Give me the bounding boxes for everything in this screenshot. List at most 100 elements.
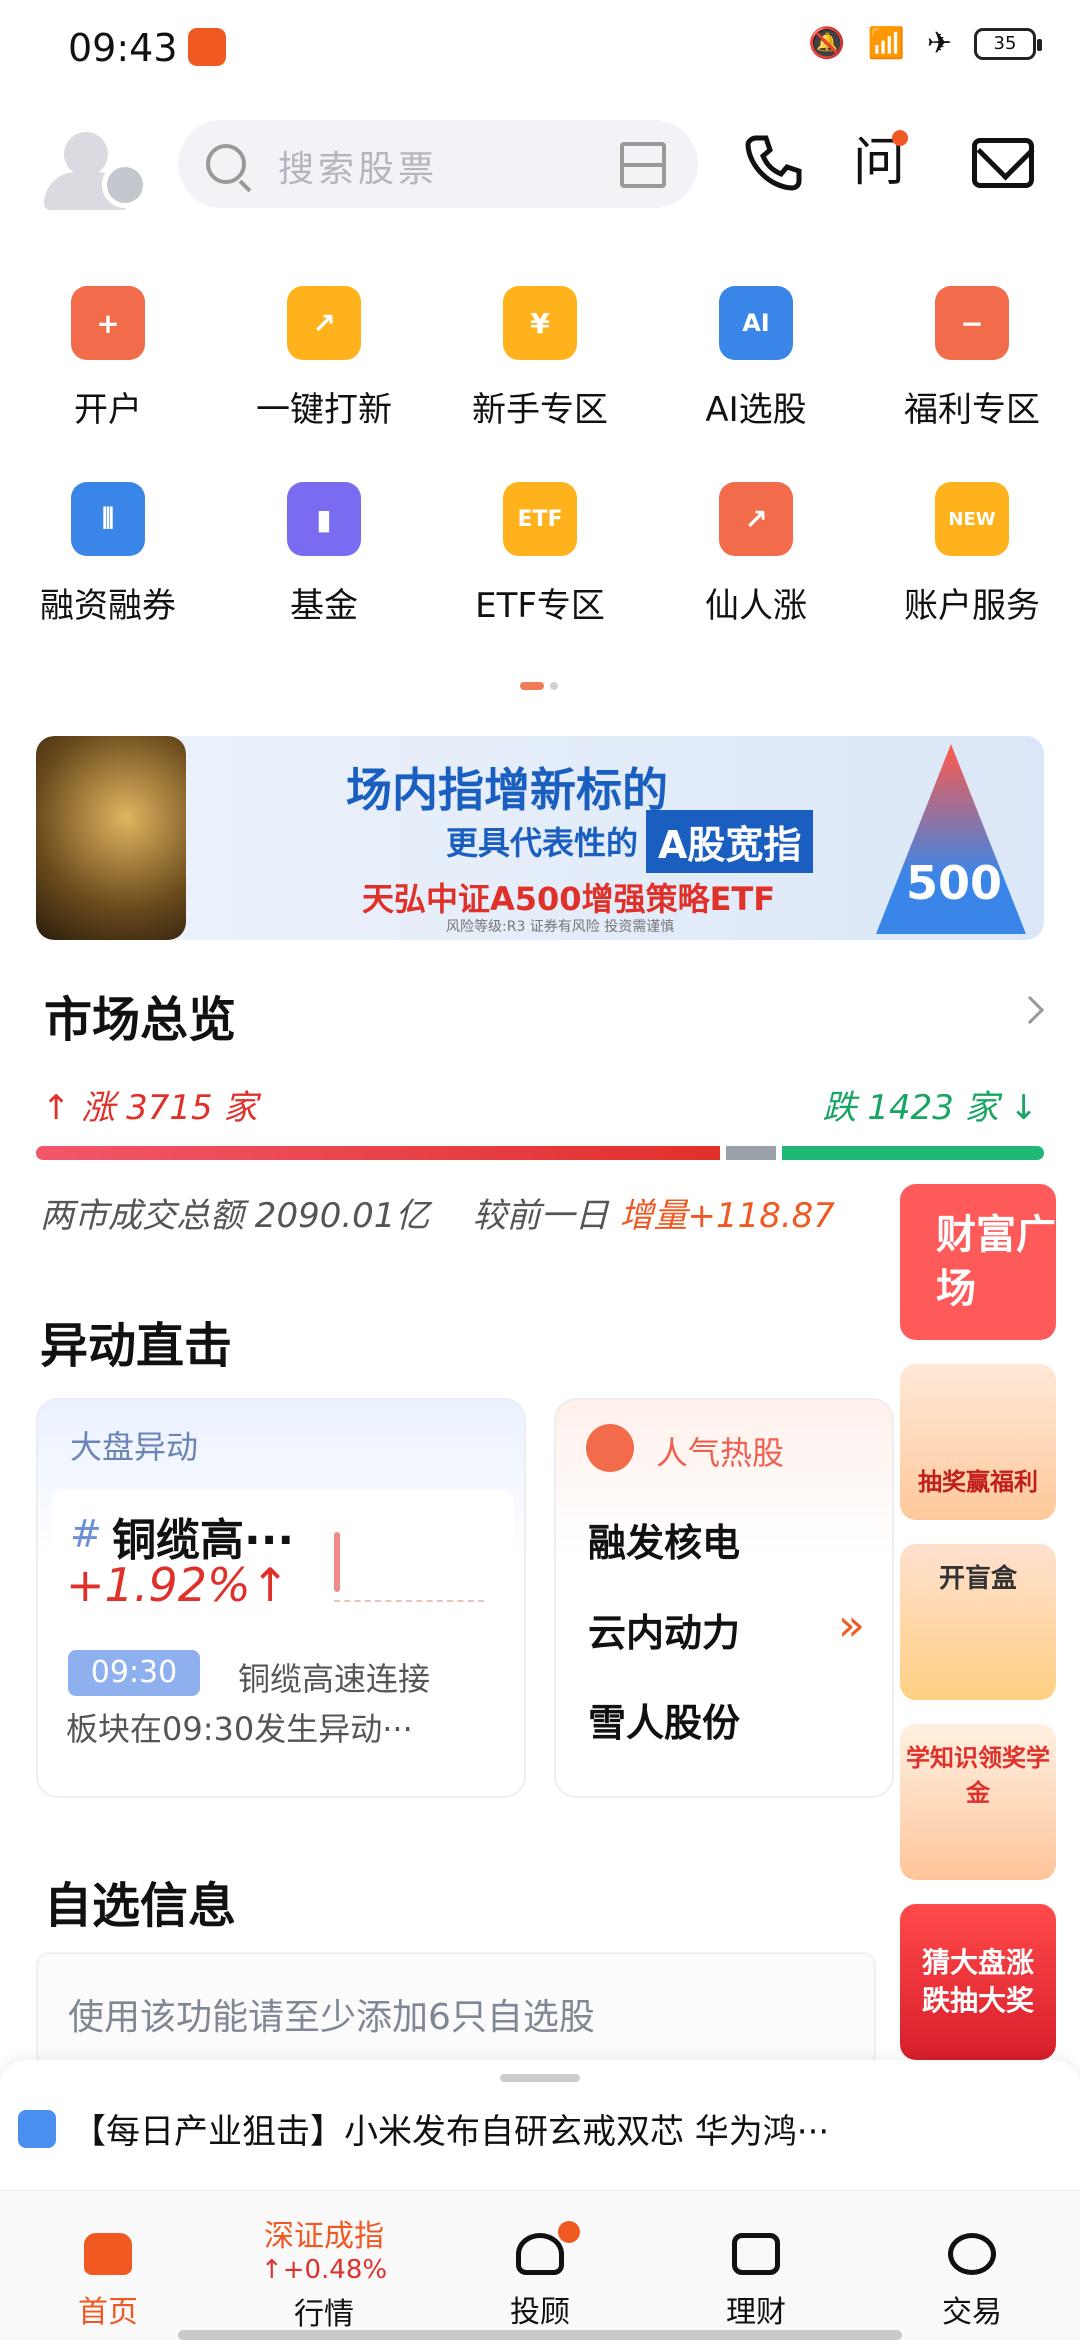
turnover-text: 两市成交总额 2090.01亿 较前一日 增量+118.87 <box>40 1196 835 1236</box>
lottery-label: 抽奖赢福利 <box>918 1468 1038 1496</box>
tab-label: 理财 <box>726 2295 786 2330</box>
card-header: 人气热股 <box>656 1434 785 1472</box>
banner-highlight: A股宽指 <box>646 810 814 873</box>
home-indicator[interactable] <box>178 2330 902 2340</box>
grid-item-open-account[interactable]: + 开户 <box>0 268 216 464</box>
bottom-tab-bar: 首页 深证成指 ↑+0.48% 行情 投顾 理财 交易 <box>0 2190 1080 2340</box>
grid-item-fund[interactable]: ▮ 基金 <box>216 464 432 660</box>
phone-icon[interactable] <box>742 132 804 194</box>
index-name: 深证成指 <box>264 2219 384 2254</box>
grid-item-label: 新手专区 <box>472 390 608 430</box>
movers-title: 异动直击 <box>40 1318 233 1374</box>
tab-label: 首页 <box>78 2295 138 2330</box>
grid-item-label: 一键打新 <box>256 390 392 430</box>
ask-icon[interactable]: 问 <box>848 130 910 194</box>
wealth-label: 财富广场 <box>936 1212 1056 1312</box>
avatar[interactable] <box>40 126 148 210</box>
banner-subline: 更具代表性的 <box>446 824 639 862</box>
double-chevron-icon[interactable]: » <box>838 1600 865 1651</box>
market-move-card[interactable]: 大盘异动 # 铜缆高··· +1.92%↑ 09:30 铜缆高速连接 板块在09… <box>36 1398 526 1798</box>
watchlist-hint: 使用该功能请至少添加6只自选股 <box>68 1997 595 2038</box>
hot-stocks-card[interactable]: 人气热股 融发核电 云内动力 雪人股份 » <box>554 1398 894 1798</box>
grid-item-margin[interactable]: ⫴ 融资融券 <box>0 464 216 660</box>
wealth-square-button[interactable]: 财富广场 <box>900 1184 1056 1340</box>
mail-icon[interactable] <box>972 138 1034 188</box>
grid-item-beginner[interactable]: ¥ 新手专区 <box>432 268 648 464</box>
hot-stock-item[interactable]: 融发核电 <box>588 1512 740 1567</box>
wallet-icon <box>732 2233 780 2275</box>
status-bar: 09:43 🔕 📶 ✈ 35 <box>0 0 1080 100</box>
function-grid: + 开户 ↗ 一键打新 ¥ 新手专区 AI AI选股 − 福利专区 ⫴ 融资融券… <box>0 268 1080 660</box>
hash-icon: # <box>70 1512 102 1556</box>
hot-stock-item[interactable]: 雪人股份 <box>588 1692 740 1747</box>
hot-stock-item[interactable]: 云内动力 <box>588 1602 740 1657</box>
plus-icon: + <box>71 286 145 360</box>
grid-item-label: 仙人涨 <box>705 586 807 626</box>
tab-label: 行情 <box>294 2297 354 2332</box>
fund-chart-icon: ▮ <box>287 482 361 556</box>
tab-market[interactable]: 深证成指 ↑+0.48% 行情 <box>216 2191 432 2340</box>
grid-item-label: 融资融券 <box>40 586 176 626</box>
grid-item-new-stock[interactable]: ↗ 一键打新 <box>216 268 432 464</box>
ai-icon: AI <box>719 286 793 360</box>
candles-icon: ⫴ <box>71 482 145 556</box>
grid-item-ai-pick[interactable]: AI AI选股 <box>648 268 864 464</box>
blind-box-widget[interactable]: 开盲盒 <box>900 1544 1056 1700</box>
news-headline[interactable]: 【每日产业狙击】小米发布自研玄戒双芯 华为鸿··· <box>72 2104 829 2153</box>
home-icon <box>84 2233 132 2275</box>
tab-label: 交易 <box>942 2295 1002 2330</box>
falling-count: 跌 1423 家 ↓ <box>822 1088 1038 1128</box>
grid-item-account-service[interactable]: NEW 账户服务 <box>864 464 1080 660</box>
member-badge-icon <box>102 162 148 208</box>
notification-app-icon <box>188 28 226 66</box>
search-bar[interactable]: 搜索股票 <box>178 120 698 208</box>
scan-icon[interactable] <box>620 142 666 188</box>
guess-market-widget[interactable]: 猜大盘涨跌抽大奖 <box>900 1904 1056 2060</box>
drag-handle[interactable] <box>500 2074 580 2082</box>
tab-advisor[interactable]: 投顾 <box>432 2191 648 2340</box>
account-new-icon: NEW <box>935 482 1009 556</box>
grid-item-etf[interactable]: ETF ETF专区 <box>432 464 648 660</box>
ask-badge <box>892 130 908 146</box>
a500-logo: 500 <box>876 744 1026 934</box>
grid-item-xianrenzhang[interactable]: ↗ 仙人涨 <box>648 464 864 660</box>
promo-banner[interactable]: 场内指增新标的 更具代表性的 A股宽指 天弘中证A500增强策略ETF 风险等级… <box>36 736 1044 940</box>
page-indicator <box>520 682 560 692</box>
fire-icon <box>586 1424 634 1472</box>
grid-item-label: 开户 <box>74 390 142 430</box>
gift-icon: − <box>935 286 1009 360</box>
news-panel[interactable]: 【每日产业狙击】小米发布自研玄戒双芯 华为鸿··· <box>0 2060 1080 2190</box>
mover-stock[interactable]: # 铜缆高··· +1.92%↑ <box>52 1490 514 1640</box>
person-icon <box>516 2233 564 2275</box>
market-overview-title[interactable]: 市场总览 <box>44 980 236 1050</box>
mute-icon: 🔕 <box>808 26 846 61</box>
tab-home[interactable]: 首页 <box>0 2191 216 2340</box>
exchange-icon <box>948 2233 996 2275</box>
lottery-widget[interactable]: 抽奖赢福利 <box>900 1364 1056 1520</box>
sector-change: +1.92%↑ <box>66 1558 290 1612</box>
move-description: 铜缆高速连接 <box>238 1660 431 1698</box>
grid-item-welfare[interactable]: − 福利专区 <box>864 268 1080 464</box>
search-icon <box>206 144 246 184</box>
news-chart-icon <box>18 2110 56 2148</box>
tab-wealth[interactable]: 理财 <box>648 2191 864 2340</box>
grid-item-label: 福利专区 <box>904 390 1040 430</box>
grid-item-label: AI选股 <box>705 390 807 430</box>
mini-chart <box>334 1532 484 1602</box>
rise-fall-bar <box>36 1146 1044 1160</box>
yen-icon: ¥ <box>503 286 577 360</box>
search-input[interactable]: 搜索股票 <box>278 140 438 192</box>
chevron-right-icon[interactable] <box>1015 995 1045 1025</box>
etf-icon: ETF <box>503 482 577 556</box>
watchlist-hint-box[interactable]: 使用该功能请至少添加6只自选股 <box>36 1952 876 2068</box>
status-time: 09:43 <box>68 26 178 70</box>
airplane-icon: ✈ <box>926 26 952 61</box>
card-header: 大盘异动 <box>70 1428 199 1466</box>
knowledge-widget[interactable]: 学知识领奖学金 <box>900 1724 1056 1880</box>
blindbox-label: 开盲盒 <box>938 1564 1017 1594</box>
tab-trade[interactable]: 交易 <box>864 2191 1080 2340</box>
move-description-2: 板块在09:30发生异动··· <box>66 1710 413 1748</box>
index-change: ↑+0.48% <box>260 2255 388 2285</box>
new-stock-icon: ↗ <box>287 286 361 360</box>
status-icons: 🔕 📶 ✈ 35 <box>808 26 1042 61</box>
